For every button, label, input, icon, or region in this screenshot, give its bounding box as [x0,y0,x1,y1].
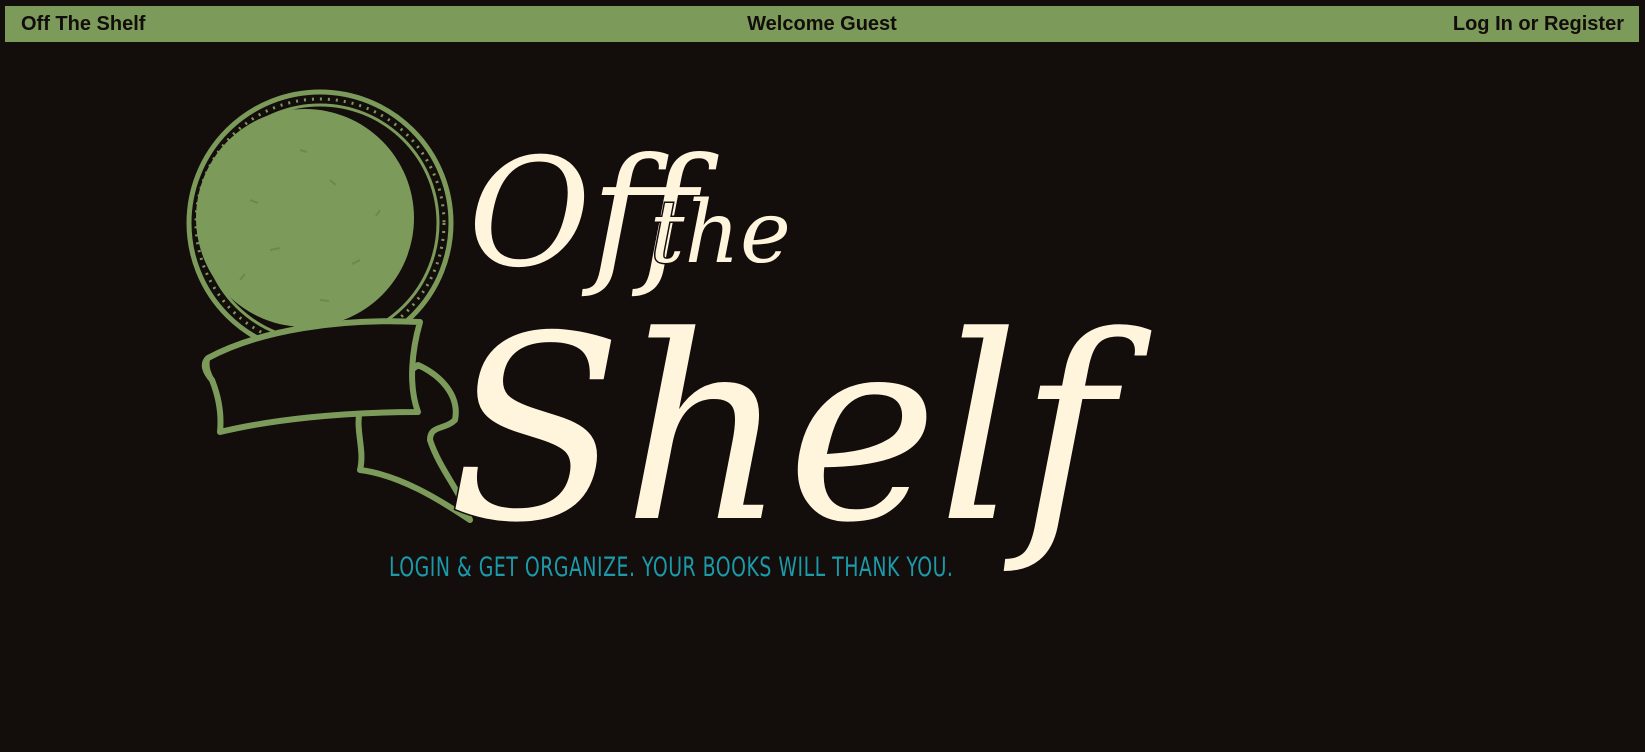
login-register-link[interactable]: Log In or Register [1453,13,1624,36]
welcome-message: Welcome Guest [747,12,897,35]
hero-logo: Off the Shelf LOGIN & GET ORGANIZE. YOUR… [0,0,1645,752]
logo-graphic: Off the Shelf [186,89,1154,581]
hero-tagline: LOGIN & GET ORGANIZE. YOUR BOOKS WILL TH… [389,552,954,582]
emblem-circle-icon [186,89,454,357]
logo-word-the: the [650,183,791,283]
logo-word-shelf: Shelf [448,282,1152,579]
brand-link[interactable]: Off The Shelf [21,13,145,36]
emblem-ribbon-icon [201,318,473,523]
top-navbar: Off The Shelf Welcome Guest Log In or Re… [5,6,1639,42]
logo-word-off: Off [468,127,719,301]
